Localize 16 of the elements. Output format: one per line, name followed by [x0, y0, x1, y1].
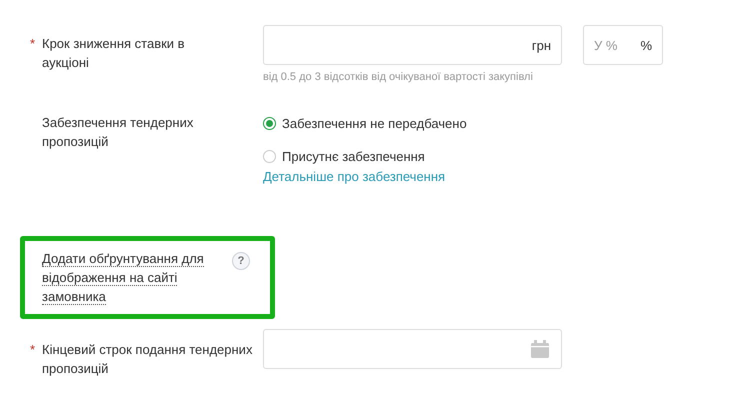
radio-label[interactable]: Забезпечення не передбачено [282, 116, 467, 130]
help-icon[interactable]: ? [232, 252, 250, 270]
field-label: Забезпечення тендерних пропозицій [42, 114, 194, 151]
required-mark: * [30, 341, 36, 359]
justification-link[interactable]: Додати обґрунтування для відображення на сайті замовника [42, 249, 210, 306]
required-mark: * [30, 35, 36, 53]
radio-label[interactable]: Присутнє забезпечення [282, 148, 425, 164]
calendar-icon[interactable] [531, 340, 549, 358]
date-field[interactable] [263, 329, 562, 369]
radio-button[interactable] [263, 150, 276, 162]
amount-field[interactable]: грн [263, 25, 562, 65]
field-label: Кінцевий строк подання тендерних пропозицій [42, 341, 254, 378]
field-label: Крок зниження ставки в аукціоні [42, 35, 186, 72]
hint-text: від 0.5 до 3 відсотків від очікуваної вартості закупівлі [263, 71, 534, 83]
percent-field[interactable]: У % % [583, 25, 663, 65]
radio-button[interactable] [263, 116, 276, 130]
